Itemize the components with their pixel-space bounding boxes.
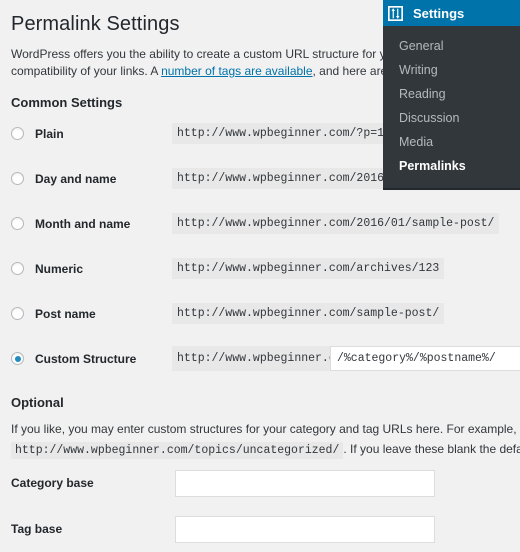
radio-custom-structure[interactable] xyxy=(11,352,24,365)
option-url-example: http://www.wpbeginner.com/2016/01/sample… xyxy=(172,213,500,234)
option-label: Custom Structure xyxy=(35,351,137,366)
submenu-item-general[interactable]: General xyxy=(383,34,520,58)
option-label: Post name xyxy=(35,306,96,321)
radio-month-and-name[interactable] xyxy=(11,217,24,230)
submenu-header[interactable]: Settings xyxy=(383,0,520,26)
option-label: Month and name xyxy=(35,216,131,231)
intro-text-line2a: compatibility of your links. A xyxy=(11,64,162,78)
permalink-option-numeric[interactable]: Numeric http://www.wpbeginner.com/archiv… xyxy=(0,246,520,291)
optional-desc-part1: If you like, you may enter custom struct… xyxy=(11,422,520,436)
tag-base-label: Tag base xyxy=(11,522,63,536)
option-label: Plain xyxy=(35,126,64,141)
submenu-item-writing[interactable]: Writing xyxy=(383,58,520,82)
settings-icon xyxy=(388,5,403,21)
radio-numeric[interactable] xyxy=(11,262,24,275)
category-base-label: Category base xyxy=(11,476,94,490)
radio-post-name[interactable] xyxy=(11,307,24,320)
submenu-list: General Writing Reading Discussion Media… xyxy=(383,26,520,188)
optional-description: If you like, you may enter custom struct… xyxy=(0,411,520,460)
permalink-option-post-name[interactable]: Post name http://www.wpbeginner.com/samp… xyxy=(0,291,520,336)
admin-settings-submenu: Settings General Writing Reading Discuss… xyxy=(383,0,520,190)
option-label: Numeric xyxy=(35,261,84,276)
permalink-option-month-and-name[interactable]: Month and name http://www.wpbeginner.com… xyxy=(0,201,520,246)
submenu-header-label: Settings xyxy=(413,5,465,21)
optional-desc-part3: . If you leave these blank the defaults … xyxy=(343,442,520,456)
submenu-item-media[interactable]: Media xyxy=(383,130,520,154)
custom-structure-input[interactable] xyxy=(330,346,520,371)
optional-desc-code-url: http://www.wpbeginner.com/topics/uncateg… xyxy=(11,442,344,459)
option-url-example: http://www.wpbeginner.com/?p=123 xyxy=(172,123,403,144)
available-tags-link[interactable]: number of tags are available xyxy=(161,64,312,78)
radio-day-and-name[interactable] xyxy=(11,172,24,185)
custom-structure-prefix: http://www.wpbeginner.com xyxy=(172,346,355,371)
option-url-example: http://www.wpbeginner.com/sample-post/ xyxy=(172,303,445,324)
submenu-item-permalinks[interactable]: Permalinks xyxy=(383,154,520,178)
option-url-example: http://www.wpbeginner.com/archives/123 xyxy=(172,258,445,279)
permalink-option-custom-structure[interactable]: Custom Structure http://www.wpbeginner.c… xyxy=(0,336,520,381)
option-label: Day and name xyxy=(35,171,117,186)
category-base-input[interactable] xyxy=(175,469,435,497)
radio-plain[interactable] xyxy=(11,127,24,140)
submenu-item-discussion[interactable]: Discussion xyxy=(383,106,520,130)
tag-base-input[interactable] xyxy=(175,515,435,543)
category-base-row: Category base xyxy=(0,460,520,506)
optional-heading: Optional xyxy=(11,395,64,410)
tag-base-row: Tag base xyxy=(0,506,520,552)
submenu-item-reading[interactable]: Reading xyxy=(383,82,520,106)
